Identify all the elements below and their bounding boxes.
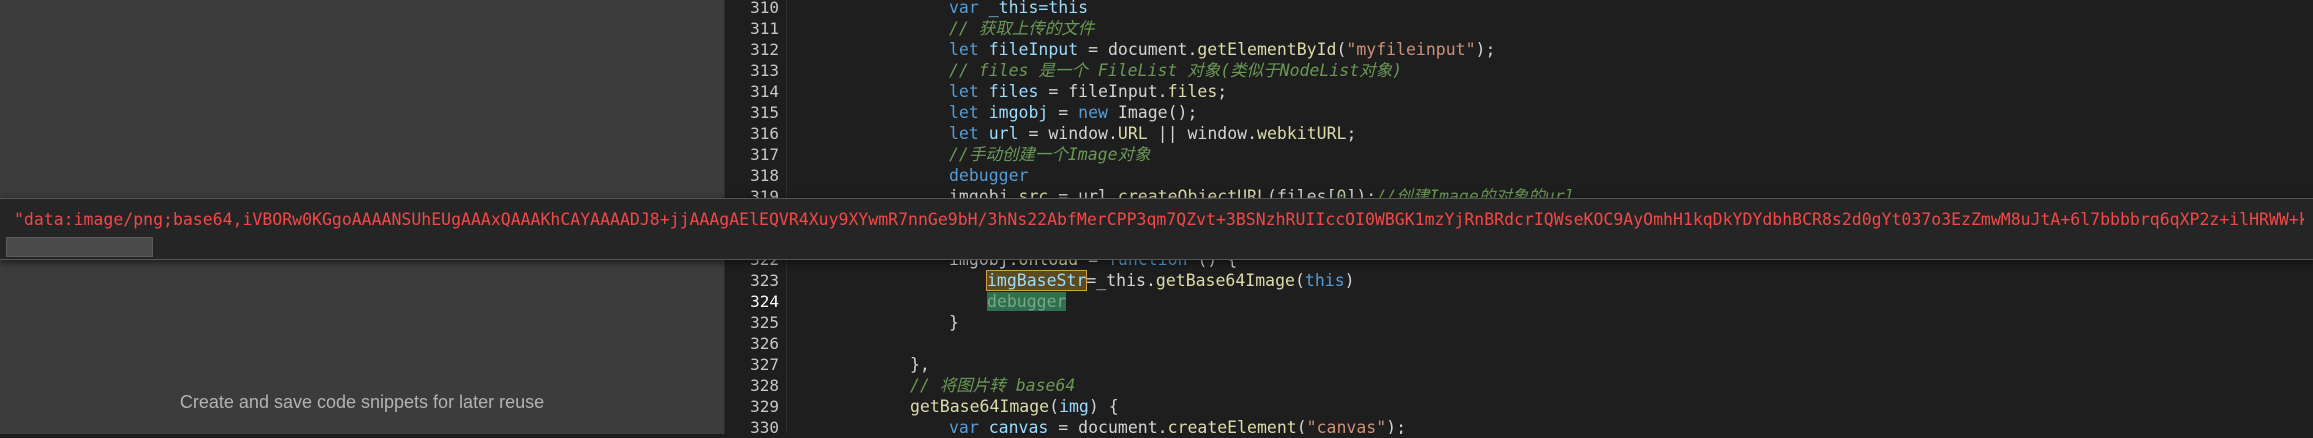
code-line-313: // files 是一个 FileList 对象(类似于NodeList对象) (949, 61, 1403, 80)
line-number: 311 (750, 19, 779, 38)
line-number: 328 (750, 376, 779, 395)
line-number: 316 (750, 124, 779, 143)
tooltip-horizontal-scrollbar[interactable] (6, 237, 153, 257)
line-number: 317 (750, 145, 779, 164)
line-number: 325 (750, 313, 779, 332)
code-line-323: imgBaseStr=_this.getBase64Image(this) (985, 270, 1355, 291)
code-line-314: let files = fileInput.files; (949, 82, 1228, 101)
line-number: 312 (750, 40, 779, 59)
debug-value-tooltip[interactable]: "data:image/png;base64,iVBORw0KGgoAAAANS… (0, 198, 2313, 260)
line-number: 313 (750, 61, 779, 80)
code-line-318: debugger (949, 166, 1029, 185)
code-line-328: // 将图片转 base64 (910, 376, 1076, 395)
tooltip-value-text[interactable]: "data:image/png;base64,iVBORw0KGgoAAAANS… (14, 209, 2304, 231)
line-number: 327 (750, 355, 779, 374)
code-line-330: var canvas = document.createElement("can… (949, 418, 1407, 434)
line-number: 330 (750, 418, 779, 437)
code-line-325: } (949, 313, 959, 332)
code-line-316: let url = window.URL || window.webkitURL… (949, 124, 1357, 143)
code-line-329: getBase64Image(img) { (910, 397, 1119, 416)
code-line-311: // 获取上传的文件 (949, 19, 1095, 38)
code-line-315: let imgobj = new Image(); (949, 103, 1198, 122)
highlighted-identifier: imgBaseStr (985, 270, 1088, 291)
code-line-324: debugger (987, 292, 1067, 311)
code-line-310: var _this=this (949, 0, 1089, 17)
code-line-312: let fileInput = document.getElementById(… (949, 40, 1496, 59)
line-number: 329 (750, 397, 779, 416)
line-number: 324 (750, 292, 779, 311)
line-number: 310 (750, 0, 779, 17)
snippets-empty-hint: Create and save code snippets for later … (179, 392, 545, 412)
code-line-327: }, (910, 355, 930, 374)
code-line-317: //手动创建一个Image对象 (949, 145, 1151, 164)
line-number: 326 (750, 334, 779, 353)
line-number: 318 (750, 166, 779, 185)
line-number: 315 (750, 103, 779, 122)
line-number: 314 (750, 82, 779, 101)
line-number: 323 (750, 271, 779, 290)
